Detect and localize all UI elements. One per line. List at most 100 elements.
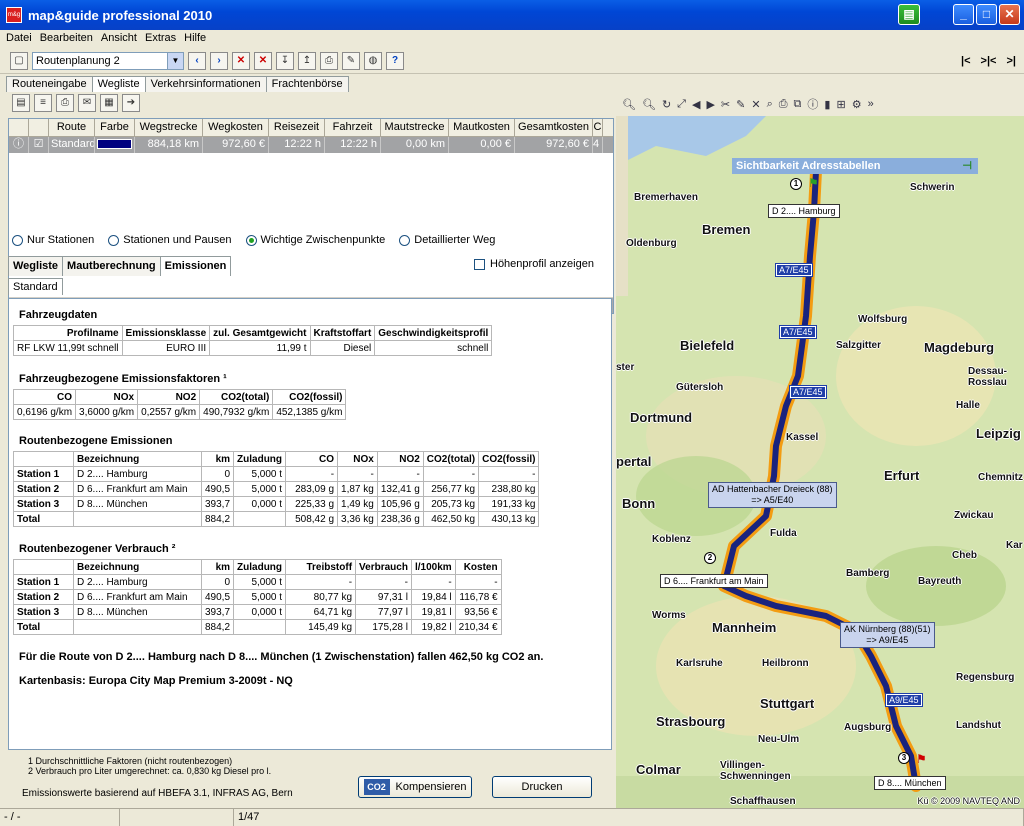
back-icon[interactable]: ◀	[692, 98, 700, 111]
tab-wegliste-sub[interactable]: Wegliste	[8, 256, 64, 276]
menu-datei[interactable]: Datei	[6, 32, 32, 44]
map-print-icon[interactable]: ⎙	[779, 98, 788, 111]
report-footer: 1 Durchschnittliche Faktoren (nicht rout…	[8, 750, 612, 806]
tab-wegliste[interactable]: Wegliste	[91, 76, 146, 92]
new-document-icon[interactable]: ▢	[10, 51, 28, 70]
export-icon[interactable]: ↥	[298, 51, 316, 70]
radio-nur-stationen[interactable]: Nur Stationen	[12, 234, 94, 246]
help-icon[interactable]: ?	[386, 51, 404, 70]
station-2-pin[interactable]: 2	[704, 552, 716, 564]
excel-icon[interactable]: ▦	[100, 94, 118, 112]
zoom-out-icon[interactable]: 🔍︎	[622, 98, 636, 111]
station-1-pin[interactable]: 1	[790, 178, 802, 190]
grid-col-c[interactable]: C	[593, 119, 603, 136]
checkbox-box[interactable]	[474, 258, 485, 270]
globe-icon[interactable]: ◍	[364, 51, 382, 70]
radio-dot-selected[interactable]	[245, 234, 257, 246]
nav-middle-icon[interactable]: >|<	[981, 55, 997, 67]
td-cell: 5,000 t	[233, 466, 287, 482]
grid-col-gesamtkosten[interactable]: Gesamtkosten	[515, 119, 593, 136]
kompensieren-button[interactable]: CO2 Kompensieren	[358, 776, 472, 798]
hoehenprofil-checkbox[interactable]: Höhenprofil anzeigen	[474, 258, 594, 270]
tab-emissionen[interactable]: Emissionen	[159, 256, 232, 276]
previous-route-icon[interactable]: ‹	[188, 51, 206, 70]
menu-extras[interactable]: Extras	[145, 32, 176, 44]
forward-icon[interactable]: ▶	[706, 98, 714, 111]
grid-col-farbe[interactable]: Farbe	[95, 119, 135, 136]
grid-cell-gesamtkosten: 972,60 €	[515, 137, 593, 153]
map-city: Zwickau	[954, 510, 994, 521]
nav-last-icon[interactable]: >|	[1006, 55, 1016, 67]
arrow-right-icon[interactable]: ➔	[122, 94, 140, 112]
grid-col-mautkosten[interactable]: Mautkosten	[449, 119, 515, 136]
zoom-in-icon[interactable]: 🔍︎	[642, 98, 656, 111]
list-icon[interactable]: ▤	[12, 94, 30, 112]
td-cell: 19,82 l	[410, 619, 456, 635]
grid-col-route[interactable]: Route	[49, 119, 95, 136]
tab-standard[interactable]: Standard	[8, 278, 63, 295]
station-3-pin[interactable]: 3	[898, 752, 910, 764]
chart-icon[interactable]: ▮	[824, 98, 830, 111]
info-map-icon[interactable]: ⓘ	[807, 96, 818, 112]
table-row: Station 2 D 6.... Frankfurt am Main 490,…	[13, 589, 502, 605]
hbefa-basis: Emissionswerte basierend auf HBEFA 3.1, …	[22, 788, 293, 799]
expand-icon[interactable]: ⤢	[677, 98, 686, 111]
tab-mautberechnung[interactable]: Mautberechnung	[62, 256, 161, 276]
callout-frankfurt: D 6.... Frankfurt am Main	[660, 574, 768, 588]
layers-map-icon[interactable]: ⊞	[836, 98, 845, 111]
th-co: CO	[12, 389, 77, 405]
map-canvas[interactable]: Sichtbarkeit Adresstabellen ⊣ 1 2 3 ⚑ ⚑ …	[616, 116, 1024, 808]
route-color-swatch[interactable]	[95, 137, 135, 153]
route-checkbox[interactable]: ☑	[29, 137, 49, 153]
radio-wichtige-zwischenpunkte[interactable]: Wichtige Zwischenpunkte	[245, 234, 385, 246]
menu-bearbeiten[interactable]: Bearbeiten	[40, 32, 93, 44]
print-tool-icon[interactable]: ⎙	[320, 51, 338, 70]
route-select[interactable]: Routenplanung 2 ▼	[32, 51, 184, 70]
map-tool-1-icon[interactable]: ✂	[721, 98, 730, 111]
next-route-icon[interactable]: ›	[210, 51, 228, 70]
radio-stationen-pausen[interactable]: Stationen und Pausen	[108, 234, 232, 246]
chevron-down-icon[interactable]: ▼	[167, 52, 183, 69]
grid-col-mautstrecke[interactable]: Mautstrecke	[381, 119, 449, 136]
delete-route-icon[interactable]: ✕	[232, 51, 250, 70]
td-cell: 3,36 kg	[337, 511, 378, 527]
grid-col-fahrzeit[interactable]: Fahrzeit	[325, 119, 381, 136]
radio-dot[interactable]	[12, 234, 23, 246]
drucken-button[interactable]: Drucken	[492, 776, 592, 798]
delete-all-icon[interactable]: ✕	[254, 51, 272, 70]
grid-col-reisezeit[interactable]: Reisezeit	[269, 119, 325, 136]
maximize-button[interactable]: □	[976, 4, 997, 25]
tab-frachtenboerse[interactable]: Frachtenbörse	[265, 76, 349, 92]
overflow-icon[interactable]: »	[868, 98, 874, 110]
info-icon[interactable]: ⓘ	[9, 137, 29, 153]
copy-icon[interactable]: ⧉	[794, 98, 802, 111]
layers-icon[interactable]: ≡	[34, 94, 52, 112]
import-icon[interactable]: ↧	[276, 51, 294, 70]
radio-dot[interactable]	[108, 234, 120, 246]
tools-icon[interactable]: ✎	[342, 51, 360, 70]
menu-ansicht[interactable]: Ansicht	[101, 32, 137, 44]
menu-hilfe[interactable]: Hilfe	[184, 32, 206, 44]
td-station: Station 1	[13, 574, 74, 590]
minimize-button[interactable]: _	[953, 4, 974, 25]
close-button[interactable]: ✕	[999, 4, 1020, 25]
address-visibility-popup[interactable]: Sichtbarkeit Adresstabellen ⊣	[732, 158, 978, 174]
map-tool-2-icon[interactable]: ✎	[736, 98, 745, 111]
print-icon[interactable]: ▤	[898, 4, 920, 25]
mail-icon[interactable]: ✉	[78, 94, 96, 112]
radio-dot[interactable]	[399, 234, 411, 246]
pin-icon[interactable]: ⊣	[962, 158, 972, 174]
printer-icon[interactable]: ⎙	[56, 94, 74, 112]
binoculars-icon[interactable]: ⌕	[767, 98, 773, 111]
tab-verkehrsinformationen[interactable]: Verkehrsinformationen	[144, 76, 267, 92]
tab-routeneingabe[interactable]: Routeneingabe	[6, 76, 93, 92]
grid-col-wegkosten[interactable]: Wegkosten	[203, 119, 269, 136]
map-city: Fulda	[770, 528, 797, 539]
refresh-icon[interactable]: ↻	[662, 98, 671, 111]
radio-detaillierter-weg[interactable]: Detaillierter Weg	[399, 234, 495, 246]
nav-first-icon[interactable]: |<	[961, 55, 971, 67]
grid-col-wegstrecke[interactable]: Wegstrecke	[135, 119, 203, 136]
options-icon[interactable]: ⚙	[852, 98, 862, 111]
map-tool-3-icon[interactable]: ✕	[751, 98, 760, 111]
table-row[interactable]: ⓘ ☑ Standard 884,18 km 972,60 € 12:22 h …	[9, 137, 613, 153]
